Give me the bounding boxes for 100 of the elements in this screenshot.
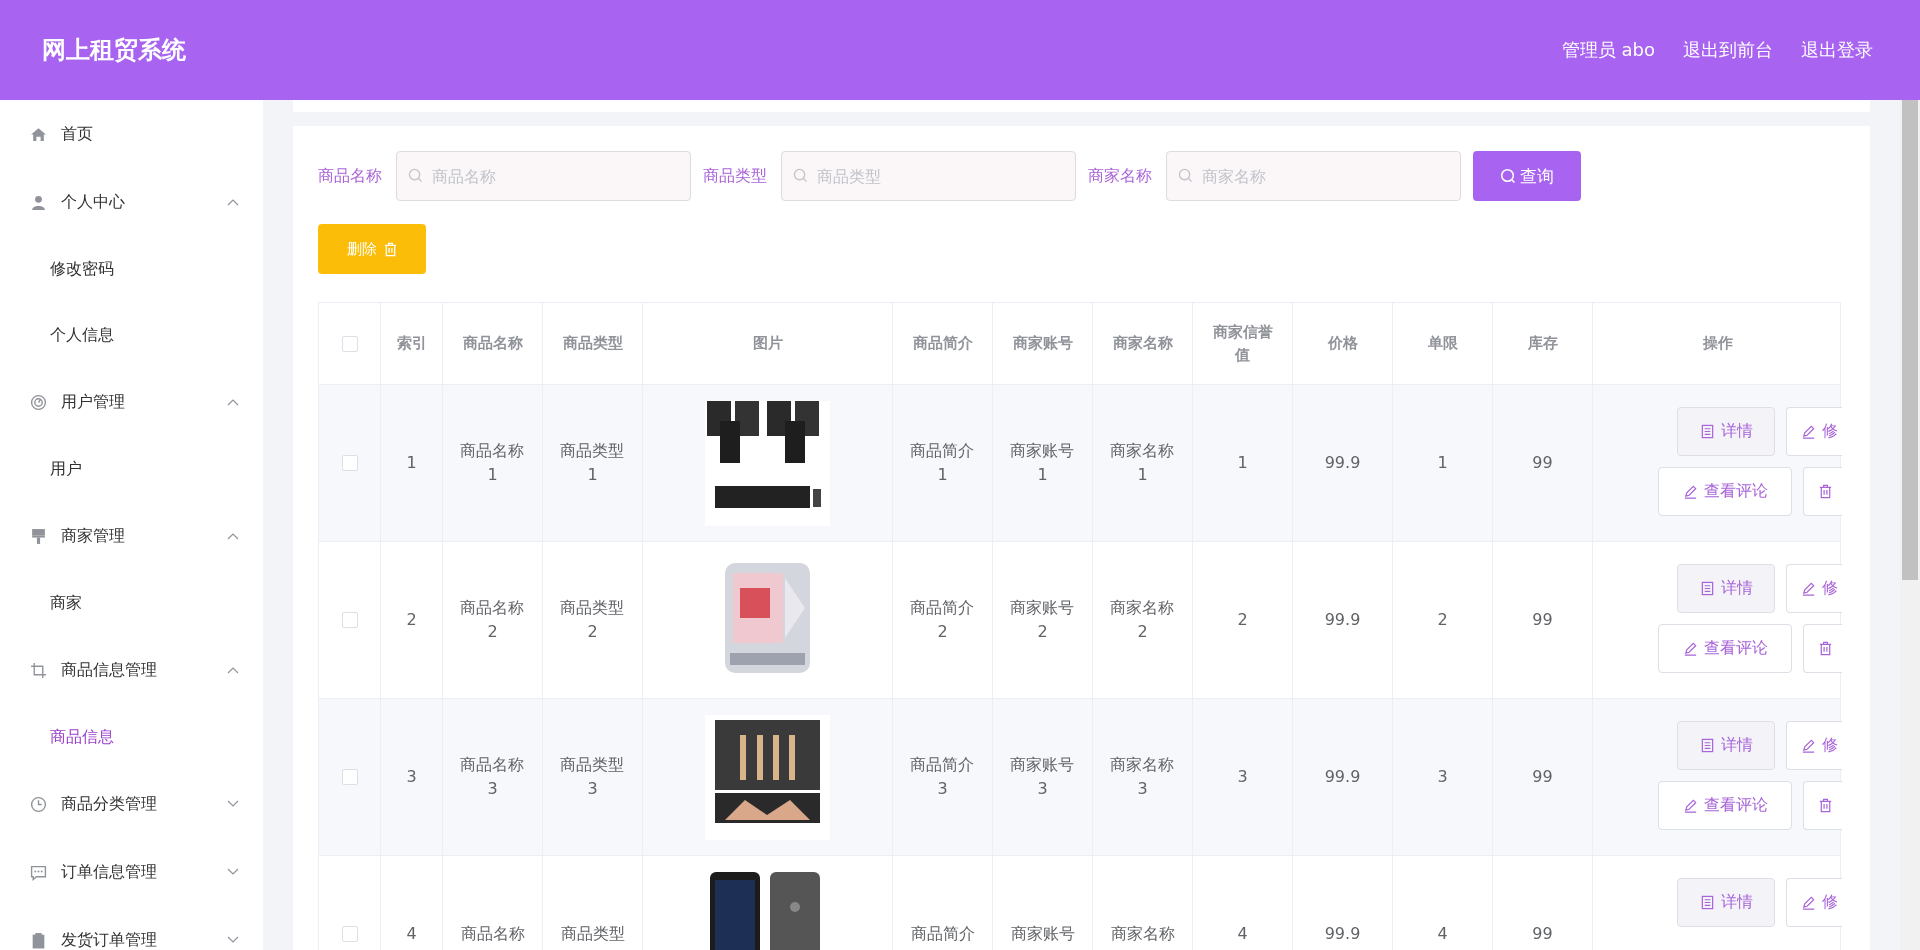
scrollbar[interactable] xyxy=(1900,100,1920,950)
table-cell-text: 1 xyxy=(1437,452,1448,474)
search-button[interactable]: 查询 xyxy=(1473,151,1581,201)
menu-item[interactable]: 用户管理 xyxy=(0,368,263,436)
menu-label: 发货订单管理 xyxy=(61,929,158,950)
edit-button[interactable]: 修 xyxy=(1786,878,1842,927)
table-cell-text: 99 xyxy=(1532,766,1553,788)
pencil-icon xyxy=(1801,424,1816,439)
review-button[interactable]: 查看评论 xyxy=(1658,467,1792,516)
submenu-item[interactable]: 修改密码 xyxy=(0,236,263,302)
document-icon xyxy=(1699,738,1715,753)
checkbox[interactable] xyxy=(341,335,358,352)
detail-button[interactable]: 详情 xyxy=(1677,407,1775,456)
menu-label: 用户管理 xyxy=(61,391,126,413)
detail-button[interactable]: 详情 xyxy=(1677,564,1775,613)
checkbox[interactable] xyxy=(341,926,358,942)
delete-button[interactable] xyxy=(1803,624,1842,673)
menu-item[interactable]: 发货订单管理 xyxy=(0,906,263,950)
menu-item[interactable]: 订单信息管理 xyxy=(0,838,263,906)
delete-button[interactable] xyxy=(1803,781,1842,830)
table-cell-text: 商品类型 xyxy=(560,923,625,945)
column-header: 单限 xyxy=(1427,333,1458,355)
search-icon xyxy=(1178,168,1193,183)
table-cell-text: 99 xyxy=(1532,452,1553,474)
column-header: 价格 xyxy=(1327,333,1358,355)
search-icon xyxy=(1500,168,1516,184)
chat-icon xyxy=(30,863,47,881)
filter-label: 商品名称 xyxy=(318,165,382,187)
column-header: 商家账号 xyxy=(1012,333,1073,355)
table-cell-text: 99.9 xyxy=(1324,609,1361,631)
search-field[interactable]: 商家名称 xyxy=(1166,151,1461,201)
home-icon xyxy=(30,125,47,143)
table-cell-text: 商品名称 xyxy=(460,923,525,945)
submenu-item[interactable]: 用户 xyxy=(0,436,263,502)
table-cell-text: 商品类型3 xyxy=(559,754,626,800)
table-cell-text: 2 xyxy=(406,609,417,631)
table-cell-text: 商品简介1 xyxy=(909,440,976,486)
trash-icon xyxy=(382,241,398,257)
table-cell-text: 1 xyxy=(1237,452,1248,474)
document-icon xyxy=(1699,895,1715,910)
header-link[interactable]: 退出到前台 xyxy=(1683,38,1773,62)
menu-label: 首页 xyxy=(61,123,94,145)
column-header: 索引 xyxy=(396,333,427,355)
table-cell-text: 4 xyxy=(406,923,417,945)
table-cell-text: 商品简介2 xyxy=(909,597,976,643)
column-header: 商品简介 xyxy=(912,333,973,355)
header-link[interactable]: 退出登录 xyxy=(1801,38,1873,62)
edit-button[interactable]: 修 xyxy=(1786,721,1842,770)
menu-item[interactable]: 个人中心 xyxy=(0,168,263,236)
submenu-item[interactable]: 个人信息 xyxy=(0,302,263,368)
column-header: 商家名称 xyxy=(1112,333,1173,355)
checkbox[interactable] xyxy=(341,769,358,785)
search-field[interactable]: 商品类型 xyxy=(781,151,1076,201)
search-field[interactable]: 商品名称 xyxy=(396,151,691,201)
table-cell-text: 商品类型2 xyxy=(559,597,626,643)
table-cell-text: 4 xyxy=(1437,923,1448,945)
document-icon xyxy=(1699,581,1715,596)
pencil-icon xyxy=(1682,641,1698,656)
column-header: 图片 xyxy=(752,333,783,355)
edit-button[interactable]: 修 xyxy=(1786,564,1842,613)
review-button[interactable]: 查看评论 xyxy=(1658,624,1792,673)
person-icon xyxy=(30,193,47,211)
submenu-item[interactable]: 商品信息 xyxy=(0,704,263,770)
menu-item[interactable]: 首页 xyxy=(0,100,263,168)
column-header: 商品类型 xyxy=(562,333,623,355)
table-cell-text: 商家名称1 xyxy=(1109,440,1176,486)
brush-icon xyxy=(30,527,47,545)
table-cell-text: 2 xyxy=(1237,609,1248,631)
column-header: 库存 xyxy=(1527,333,1558,355)
table-cell-text: 3 xyxy=(1237,766,1248,788)
table-cell-text: 商品名称1 xyxy=(459,440,526,486)
menu-label: 订单信息管理 xyxy=(61,861,158,883)
detail-button[interactable]: 详情 xyxy=(1677,721,1775,770)
menu-label: 商品信息管理 xyxy=(61,659,158,681)
checkbox[interactable] xyxy=(341,612,358,628)
edit-button[interactable]: 修 xyxy=(1786,407,1842,456)
review-button[interactable]: 查看评论 xyxy=(1658,781,1792,830)
table-cell-text: 商家账号3 xyxy=(1009,754,1076,800)
table-cell-text: 99.9 xyxy=(1324,766,1361,788)
table-cell-text: 商品简介3 xyxy=(909,754,976,800)
submenu-item[interactable]: 商家 xyxy=(0,570,263,636)
app-title: 网上租贸系统 xyxy=(42,35,186,66)
table-cell-text: 2 xyxy=(1437,609,1448,631)
table-cell-text: 商品简介 xyxy=(910,923,975,945)
delete-button[interactable] xyxy=(1803,467,1842,516)
gauge-icon xyxy=(30,393,47,411)
table-cell-text: 商品名称3 xyxy=(459,754,526,800)
menu-item[interactable]: 商品分类管理 xyxy=(0,770,263,838)
menu-label: 个人中心 xyxy=(61,191,126,213)
table-cell-text: 1 xyxy=(406,452,417,474)
trash-icon xyxy=(1818,484,1833,499)
table-cell-text: 商品名称2 xyxy=(459,597,526,643)
table-cell-text: 商家账号 xyxy=(1010,923,1075,945)
checkbox[interactable] xyxy=(341,455,358,471)
table-cell-text: 99.9 xyxy=(1324,923,1361,945)
menu-item[interactable]: 商家管理 xyxy=(0,502,263,570)
detail-button[interactable]: 详情 xyxy=(1677,878,1775,927)
clock-icon xyxy=(30,795,47,813)
table-cell-text: 99.9 xyxy=(1324,452,1361,474)
menu-item[interactable]: 商品信息管理 xyxy=(0,636,263,704)
